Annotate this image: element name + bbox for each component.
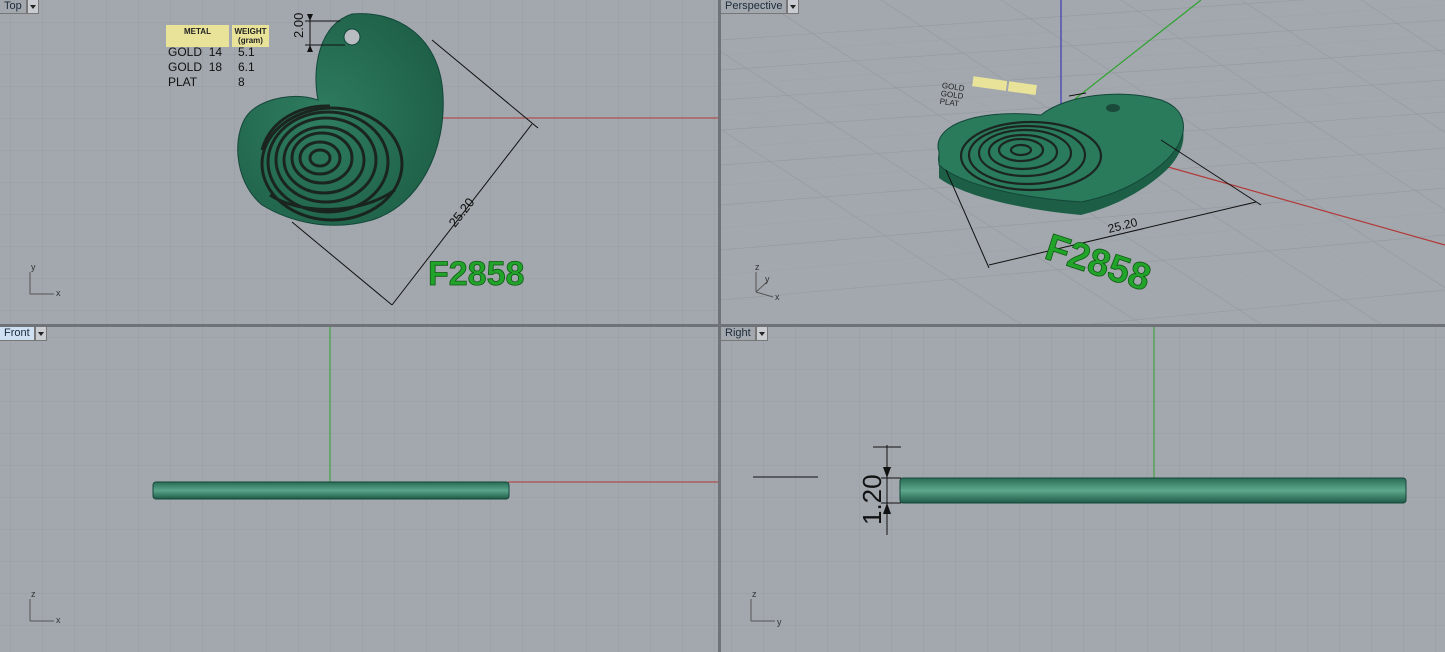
top-view-canvas[interactable]: 2.00 25.20 F2858 y x	[0, 0, 718, 324]
viewport-label: Right	[721, 327, 756, 341]
viewport-tab-top[interactable]: Top	[0, 0, 39, 14]
model-code-perspective: F2858	[1040, 227, 1155, 300]
dim-hole-offset: 2.00	[291, 13, 306, 38]
chevron-down-icon[interactable]	[26, 0, 39, 14]
axis-label-z: z	[31, 589, 36, 599]
table-cell-weight: 5.1	[238, 45, 255, 59]
perspective-view-canvas[interactable]: 25.20 GOLD GOLD PLAT F2858 z y x	[721, 0, 1445, 324]
axis-label-z: z	[752, 589, 757, 599]
viewport-perspective[interactable]: Perspective 25.20 GOLD GOLD PLAT F2858 z…	[721, 0, 1445, 324]
table-header-weight: WEIGHT (gram)	[232, 25, 269, 47]
viewport-right[interactable]: Right 1.20 z y	[721, 327, 1445, 652]
front-view-canvas[interactable]: z x	[0, 327, 718, 652]
table-cell-weight: 6.1	[238, 60, 255, 74]
table-header-metal: METAL	[166, 25, 229, 47]
right-view-canvas[interactable]: 1.20 z y	[721, 327, 1445, 652]
viewport-tab-right[interactable]: Right	[721, 327, 768, 341]
dim-thickness: 1.20	[857, 474, 887, 525]
svg-text:PLAT: PLAT	[939, 97, 960, 109]
pendant-side-right	[899, 477, 1407, 504]
axis-label-x: x	[775, 292, 780, 302]
axis-label-y: y	[777, 617, 782, 627]
axis-label-y: y	[31, 262, 36, 272]
table-row: GOLD 14	[168, 45, 223, 59]
chevron-down-icon[interactable]	[34, 327, 47, 341]
viewport-tab-front[interactable]: Front	[0, 327, 47, 341]
pendant-side-front	[152, 481, 510, 500]
pendant-hole	[343, 28, 361, 46]
viewport-tab-perspective[interactable]: Perspective	[721, 0, 800, 14]
dim-width: 25.20	[1106, 215, 1139, 236]
viewport-label: Top	[0, 0, 27, 14]
viewport-top[interactable]: Top 2.00 25.20 F2858 y x METAL WEIGHT (g…	[0, 0, 718, 324]
viewport-front[interactable]: Front z x	[0, 327, 718, 652]
table-cell-weight: 8	[238, 75, 245, 89]
axis-label-x: x	[56, 615, 61, 625]
viewport-label: Perspective	[721, 0, 788, 14]
table-row: GOLD 18	[168, 60, 223, 74]
chevron-down-icon[interactable]	[755, 327, 768, 341]
chevron-down-icon[interactable]	[787, 0, 800, 14]
table-row: PLAT	[168, 75, 198, 89]
axis-label-x: x	[56, 288, 61, 298]
axis-label-y: y	[765, 274, 770, 284]
viewport-label: Front	[0, 327, 35, 341]
model-code-top: F2858	[428, 255, 524, 293]
axis-label-z: z	[755, 262, 760, 272]
